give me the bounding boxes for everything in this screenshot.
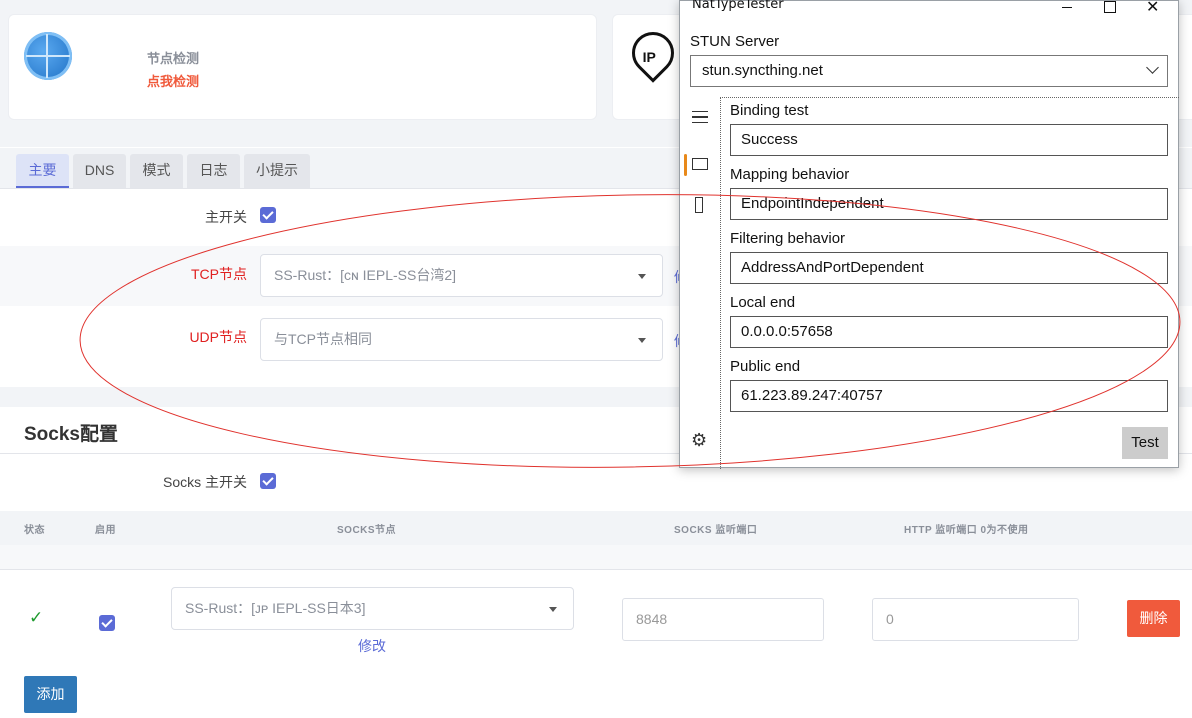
annotation-ellipse-shape [79, 194, 1181, 468]
annotation-ellipse [79, 194, 1181, 468]
